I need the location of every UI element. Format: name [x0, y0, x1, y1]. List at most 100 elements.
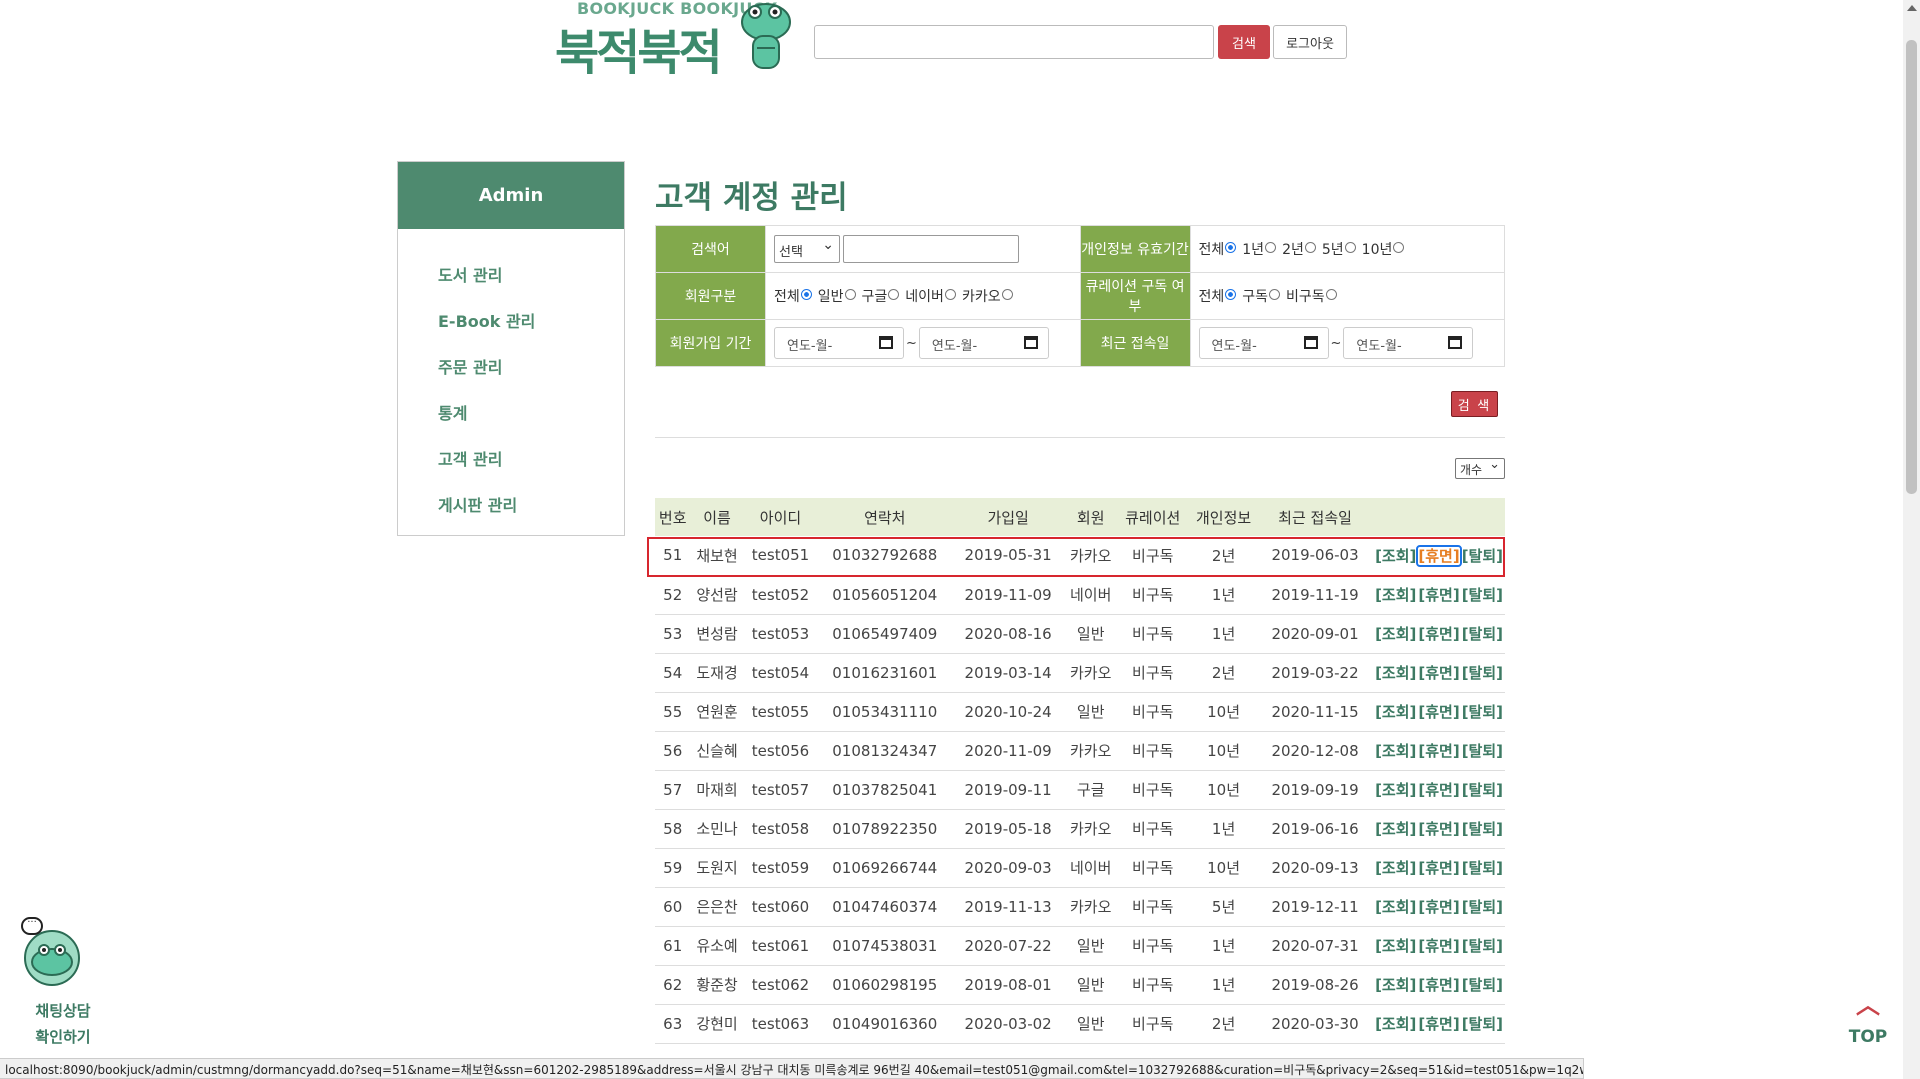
- radio-button[interactable]: [1225, 289, 1237, 300]
- logout-button[interactable]: 로그아웃: [1273, 25, 1347, 59]
- member-type-option[interactable]: 카카오: [962, 286, 1013, 306]
- dormant-link[interactable]: [휴면]: [1418, 859, 1459, 877]
- member-type-option[interactable]: 구글: [862, 286, 900, 306]
- withdraw-link[interactable]: [탈퇴]: [1462, 898, 1503, 916]
- radio-button[interactable]: [1393, 242, 1405, 253]
- table-row: 55 연원훈 test055 01053431110 2020-10-24 일반 비구독 10…: [655, 692, 1505, 732]
- dormant-link[interactable]: [휴면]: [1418, 586, 1459, 604]
- privacy-option[interactable]: 5년: [1322, 239, 1356, 259]
- member-type-option[interactable]: 네이버: [905, 286, 956, 306]
- radio-button[interactable]: [1001, 289, 1013, 300]
- privacy-option[interactable]: 전체: [1199, 239, 1237, 259]
- withdraw-link[interactable]: [탈퇴]: [1462, 547, 1503, 565]
- radio-button[interactable]: [1265, 242, 1277, 253]
- table-cell: 2020-09-13: [1259, 848, 1372, 888]
- view-link[interactable]: [조회]: [1375, 1015, 1416, 1033]
- withdraw-link[interactable]: [탈퇴]: [1462, 937, 1503, 955]
- dormant-link[interactable]: [휴면]: [1418, 703, 1459, 721]
- calendar-icon[interactable]: [1023, 336, 1038, 349]
- view-link[interactable]: [조회]: [1375, 976, 1416, 994]
- radio-button[interactable]: [1325, 289, 1337, 300]
- join-period-label: 회원가입 기간: [655, 319, 766, 367]
- dormant-link[interactable]: [휴면]: [1418, 1015, 1459, 1033]
- withdraw-link[interactable]: [탈퇴]: [1462, 1015, 1503, 1033]
- calendar-icon[interactable]: [1448, 336, 1463, 349]
- radio-button[interactable]: [1344, 242, 1356, 253]
- dormant-link[interactable]: [휴면]: [1418, 625, 1459, 643]
- chat-consult-widget[interactable]: ··· 채팅상담 확인하기: [14, 915, 94, 1046]
- dormant-link[interactable]: [휴면]: [1418, 781, 1459, 799]
- dormant-link[interactable]: [휴면]: [1418, 937, 1459, 955]
- withdraw-link[interactable]: [탈퇴]: [1462, 586, 1503, 604]
- sidebar-item-customers[interactable]: 고객 관리: [398, 435, 624, 481]
- dormant-link[interactable]: [휴면]: [1418, 664, 1459, 682]
- vertical-scrollbar[interactable]: [1903, 0, 1920, 1079]
- scroll-up-arrow-icon[interactable]: [1907, 5, 1917, 11]
- sidebar-item-stats[interactable]: 통계: [398, 389, 624, 435]
- radio-button[interactable]: [888, 289, 900, 300]
- search-input[interactable]: [814, 25, 1214, 59]
- withdraw-link[interactable]: [탈퇴]: [1462, 820, 1503, 838]
- withdraw-link[interactable]: [탈퇴]: [1462, 859, 1503, 877]
- table-cell: 카카오: [1064, 653, 1118, 693]
- sidebar-item-board[interactable]: 게시판 관리: [398, 481, 624, 527]
- sidebar-item-books[interactable]: 도서 관리: [398, 251, 624, 297]
- withdraw-link[interactable]: [탈퇴]: [1462, 781, 1503, 799]
- dormant-link[interactable]: [휴면]: [1418, 820, 1459, 838]
- site-logo[interactable]: BOOKJUCK BOOKJUCK 북적북적: [555, 0, 800, 81]
- withdraw-link[interactable]: [탈퇴]: [1462, 976, 1503, 994]
- curation-option[interactable]: 비구독: [1286, 286, 1337, 306]
- view-link[interactable]: [조회]: [1375, 625, 1416, 643]
- radio-button[interactable]: [1269, 289, 1281, 300]
- member-type-option[interactable]: 전체: [774, 286, 812, 306]
- table-cell: 비구독: [1117, 653, 1189, 693]
- privacy-option[interactable]: 10년: [1362, 239, 1405, 259]
- curation-option[interactable]: 전체: [1199, 286, 1237, 306]
- view-link[interactable]: [조회]: [1375, 586, 1416, 604]
- join-end-date-input[interactable]: 연도-월-: [918, 327, 1049, 359]
- table-cell: 01037825041: [817, 770, 953, 810]
- view-link[interactable]: [조회]: [1375, 898, 1416, 916]
- scrollbar-thumb[interactable]: [1906, 40, 1917, 494]
- join-start-date-input[interactable]: 연도-월-: [774, 327, 904, 359]
- view-link[interactable]: [조회]: [1375, 664, 1416, 682]
- radio-button[interactable]: [800, 289, 812, 300]
- view-link[interactable]: [조회]: [1375, 742, 1416, 760]
- keyword-input[interactable]: [843, 235, 1019, 263]
- page-size-select[interactable]: 개수: [1455, 457, 1505, 479]
- sidebar-item-orders[interactable]: 주문 관리: [398, 343, 624, 389]
- withdraw-link[interactable]: [탈퇴]: [1462, 664, 1503, 682]
- member-type-option[interactable]: 일반: [818, 286, 856, 306]
- withdraw-link[interactable]: [탈퇴]: [1462, 703, 1503, 721]
- dormant-link[interactable]: [휴면]: [1418, 742, 1459, 760]
- filter-search-button[interactable]: 검 색: [1451, 391, 1498, 417]
- table-cell: 카카오: [1064, 887, 1118, 927]
- login-end-date-input[interactable]: 연도-월-: [1343, 327, 1474, 359]
- radio-button[interactable]: [944, 289, 956, 300]
- dormant-link[interactable]: [휴면]: [1418, 898, 1459, 916]
- dormant-link[interactable]: [휴면]: [1418, 976, 1459, 994]
- curation-option[interactable]: 구독: [1242, 286, 1281, 306]
- login-start-date-input[interactable]: 연도-월-: [1198, 327, 1329, 359]
- scroll-top-button[interactable]: ︿ TOP: [1843, 993, 1893, 1050]
- view-link[interactable]: [조회]: [1375, 859, 1416, 877]
- keyword-type-select[interactable]: 선택: [774, 235, 840, 263]
- view-link[interactable]: [조회]: [1375, 937, 1416, 955]
- sidebar-item-ebooks[interactable]: E-Book 관리: [398, 297, 624, 343]
- privacy-option[interactable]: 1년: [1242, 239, 1277, 259]
- view-link[interactable]: [조회]: [1375, 703, 1416, 721]
- view-link[interactable]: [조회]: [1375, 781, 1416, 799]
- view-link[interactable]: [조회]: [1375, 820, 1416, 838]
- withdraw-link[interactable]: [탈퇴]: [1462, 742, 1503, 760]
- dormant-link[interactable]: [휴면]: [1416, 544, 1462, 567]
- calendar-icon[interactable]: [879, 336, 893, 349]
- calendar-icon[interactable]: [1303, 336, 1318, 349]
- view-link[interactable]: [조회]: [1375, 547, 1416, 565]
- search-button[interactable]: 검색: [1218, 25, 1270, 59]
- radio-button[interactable]: [1225, 242, 1237, 253]
- radio-button[interactable]: [1304, 242, 1316, 253]
- withdraw-link[interactable]: [탈퇴]: [1462, 625, 1503, 643]
- curation-option-label: 전체: [1198, 289, 1225, 305]
- radio-button[interactable]: [844, 289, 856, 300]
- privacy-option[interactable]: 2년: [1282, 239, 1316, 259]
